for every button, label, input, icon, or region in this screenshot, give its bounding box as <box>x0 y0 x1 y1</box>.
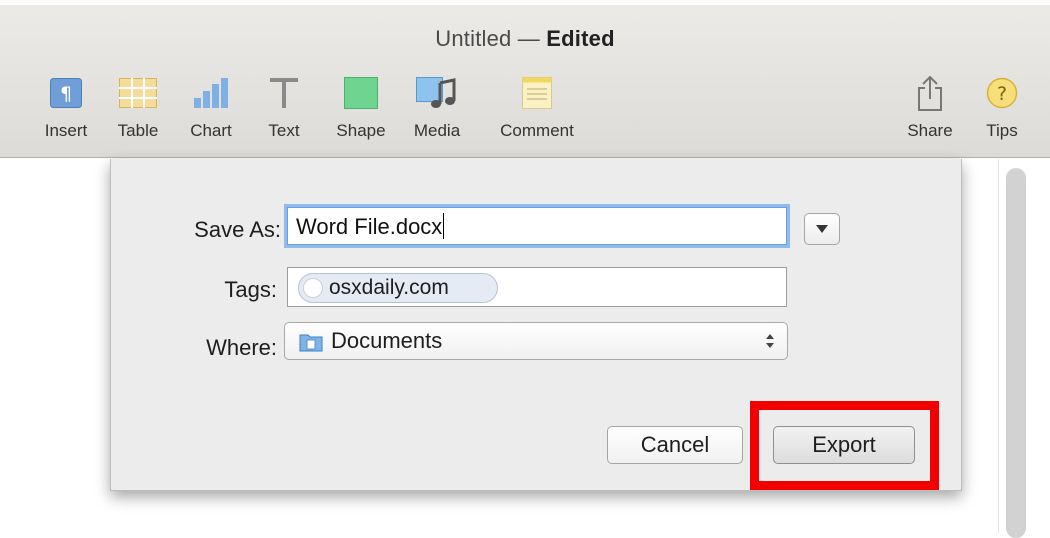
share-icon <box>890 74 970 112</box>
documents-folder-icon <box>299 332 323 357</box>
toolbar-text-button[interactable]: Text <box>244 74 324 141</box>
export-highlight-box <box>750 401 939 490</box>
window-toolbar: Untitled — Edited ¶ Insert Table Chart T… <box>0 0 1050 158</box>
tag-color-dot-icon <box>303 278 323 298</box>
toolbar-shape-button[interactable]: Shape <box>321 74 401 141</box>
where-popup[interactable]: Documents <box>284 322 788 360</box>
where-label: Where: <box>206 335 277 360</box>
text-icon <box>244 74 324 112</box>
table-icon <box>98 74 178 112</box>
document-scrollbar-thumb[interactable] <box>1006 168 1026 538</box>
disclosure-triangle-icon <box>816 225 828 233</box>
paragraph-icon: ¶ <box>26 74 106 112</box>
tags-input[interactable]: osxdaily.com <box>287 267 787 307</box>
media-icon <box>397 74 477 112</box>
up-down-arrows-icon <box>765 332 775 355</box>
expand-dialog-button[interactable] <box>804 213 840 245</box>
text-caret <box>443 213 445 239</box>
shape-icon <box>321 74 401 112</box>
svg-text:?: ? <box>997 83 1007 105</box>
comment-icon <box>497 74 577 112</box>
toolbar-table-button[interactable]: Table <box>98 74 178 141</box>
svg-text:¶: ¶ <box>60 83 72 105</box>
toolbar-insert-button[interactable]: ¶ Insert <box>26 74 106 141</box>
toolbar-share-button[interactable]: Share <box>890 74 970 141</box>
save-as-label: Save As: <box>194 217 281 242</box>
toolbar-media-button[interactable]: Media <box>397 74 477 141</box>
save-as-value: Word File.docx <box>296 214 443 239</box>
cancel-button[interactable]: Cancel <box>607 426 743 464</box>
chart-icon <box>171 74 251 112</box>
tags-label: Tags: <box>224 277 277 302</box>
tag-token[interactable]: osxdaily.com <box>298 273 498 303</box>
toolbar-tips-button[interactable]: ? Tips <box>962 74 1042 141</box>
save-as-input[interactable]: Word File.docx <box>287 207 787 245</box>
tips-icon: ? <box>962 74 1042 112</box>
toolbar-chart-button[interactable]: Chart <box>171 74 251 141</box>
window-title: Untitled — Edited <box>435 26 615 51</box>
toolbar-comment-button[interactable]: Comment <box>497 74 577 141</box>
